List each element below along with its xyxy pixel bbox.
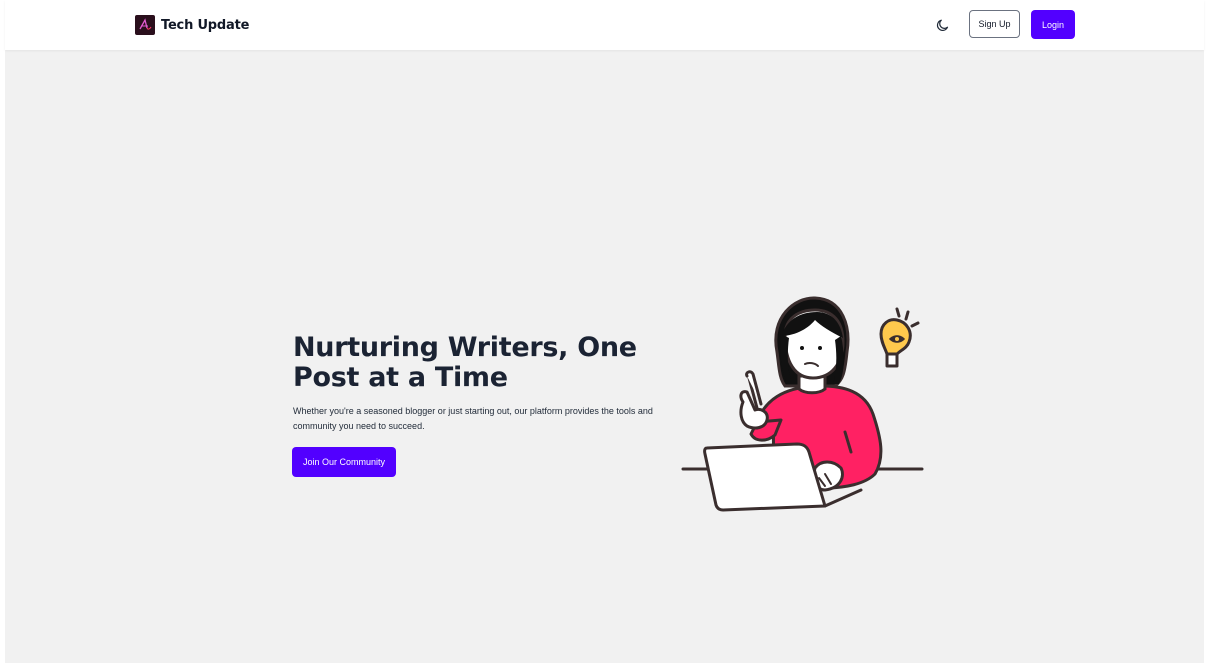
brand-link[interactable]: Tech Update — [135, 15, 249, 35]
brand-logo-icon — [135, 15, 155, 35]
brand-name: Tech Update — [161, 17, 250, 33]
theme-toggle-button[interactable] — [935, 17, 951, 33]
login-button[interactable]: Login — [1031, 10, 1075, 39]
join-community-button[interactable]: Join Our Community — [292, 447, 396, 477]
page-frame: Tech Update Sign Up Login Nurturing Writ… — [5, 0, 1204, 663]
woman-at-laptop-illustration — [681, 296, 924, 512]
moon-icon — [936, 19, 949, 31]
lightbulb-icon — [879, 307, 920, 368]
hero-subtitle: Whether you're a seasoned blogger or jus… — [293, 406, 653, 431]
sign-up-button[interactable]: Sign Up — [969, 10, 1020, 38]
hero-title: Nurturing Writers, One Post at a Time — [293, 332, 637, 393]
top-navbar: Tech Update Sign Up Login — [5, 0, 1204, 50]
hero-illustration — [675, 292, 925, 517]
